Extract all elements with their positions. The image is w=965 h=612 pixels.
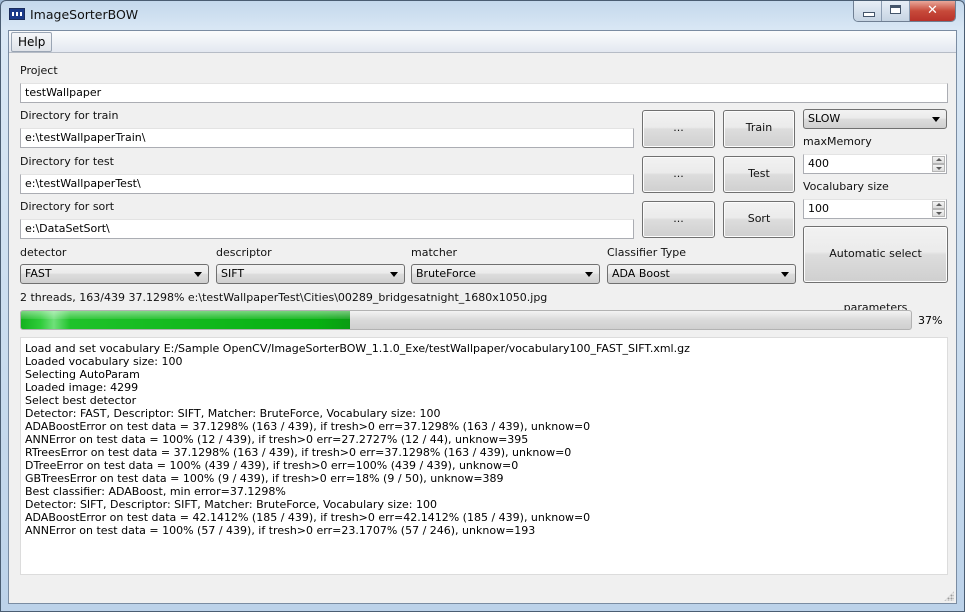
train-button[interactable]: Train bbox=[723, 110, 795, 148]
chevron-down-icon bbox=[390, 272, 398, 277]
train-browse-button[interactable]: ... bbox=[642, 110, 715, 148]
descriptor-select[interactable]: SIFT bbox=[216, 264, 405, 284]
sort-button[interactable]: Sort bbox=[723, 201, 795, 238]
log-line: ANNError on test data = 100% (57 / 439),… bbox=[25, 524, 536, 537]
log-line: ADABoostError on test data = 37.1298% (1… bbox=[25, 420, 591, 433]
chevron-down-icon bbox=[194, 272, 202, 277]
log-line: GBTreesError on test data = 100% (9 / 43… bbox=[25, 472, 504, 485]
train-dir-input[interactable]: e:\testWallpaperTrain\ bbox=[20, 128, 634, 148]
classifier-type-select[interactable]: ADA Boost bbox=[607, 264, 796, 284]
app-window: ImageSorterBOW ✕ Help Project testWallpa… bbox=[0, 0, 965, 612]
minimize-button[interactable] bbox=[854, 1, 882, 21]
log-line: Select best detector bbox=[25, 394, 137, 407]
max-memory-label: maxMemory bbox=[803, 135, 872, 148]
chevron-down-icon bbox=[781, 272, 789, 277]
chevron-down-icon bbox=[932, 117, 940, 122]
speed-mode-select[interactable]: SLOW bbox=[803, 109, 947, 129]
log-line: Load and set vocabulary E:/Sample OpenCV… bbox=[25, 342, 690, 355]
progress-percent: 37% bbox=[918, 314, 943, 327]
sort-browse-button[interactable]: ... bbox=[642, 201, 715, 238]
auto-select-params-button[interactable]: Automatic select parameters bbox=[803, 226, 948, 314]
maximize-button[interactable] bbox=[882, 1, 910, 21]
matcher-select[interactable]: BruteForce bbox=[411, 264, 600, 284]
detector-value: FAST bbox=[25, 267, 52, 280]
test-dir-label: Directory for test bbox=[20, 155, 114, 168]
log-line: Loaded vocabulary size: 100 bbox=[25, 355, 183, 368]
caption-buttons: ✕ bbox=[853, 1, 956, 22]
test-button[interactable]: Test bbox=[723, 156, 795, 193]
vocabulary-size-label: Vocalubary size bbox=[803, 180, 889, 193]
log-line: Loaded image: 4299 bbox=[25, 381, 139, 394]
log-line: ADABoostError on test data = 42.1412% (1… bbox=[25, 511, 591, 524]
status-text: 2 threads, 163/439 37.1298% e:\testWallp… bbox=[20, 291, 548, 304]
close-button[interactable]: ✕ bbox=[910, 1, 955, 21]
spin-up-icon[interactable] bbox=[932, 201, 945, 209]
resize-grip-icon[interactable] bbox=[944, 591, 954, 601]
spin-up-icon[interactable] bbox=[932, 156, 945, 164]
classifier-type-value: ADA Boost bbox=[612, 267, 670, 280]
max-memory-value: 400 bbox=[808, 157, 829, 170]
classifier-type-label: Classifier Type bbox=[607, 246, 686, 259]
app-window-icon bbox=[9, 8, 25, 20]
progress-bar bbox=[20, 310, 912, 330]
project-label: Project bbox=[20, 64, 58, 77]
log-line: Detector: SIFT, Descriptor: SIFT, Matche… bbox=[25, 498, 437, 511]
title-bar[interactable]: ImageSorterBOW ✕ bbox=[1, 1, 964, 29]
log-line: Best classifier: ADABoost, min error=37.… bbox=[25, 485, 286, 498]
main-panel: Help Project testWallpaper Directory for… bbox=[8, 30, 957, 604]
test-browse-button[interactable]: ... bbox=[642, 156, 715, 193]
window-title: ImageSorterBOW bbox=[30, 7, 139, 22]
train-dir-label: Directory for train bbox=[20, 109, 119, 122]
progress-fill bbox=[21, 311, 351, 329]
log-line: Selecting AutoParam bbox=[25, 368, 140, 381]
log-line: Detector: FAST, Descriptor: SIFT, Matche… bbox=[25, 407, 441, 420]
log-line: RTreesError on test data = 37.1298% (163… bbox=[25, 446, 572, 459]
menu-help[interactable]: Help bbox=[11, 32, 53, 52]
test-dir-input[interactable]: e:\testWallpaperTest\ bbox=[20, 174, 634, 194]
vocabulary-size-value: 100 bbox=[808, 202, 829, 215]
speed-mode-value: SLOW bbox=[808, 112, 841, 125]
spin-down-icon[interactable] bbox=[932, 164, 945, 172]
log-line: ANNError on test data = 100% (12 / 439),… bbox=[25, 433, 529, 446]
max-memory-spinbox[interactable]: 400 bbox=[803, 154, 947, 174]
chevron-down-icon bbox=[585, 272, 593, 277]
vocabulary-size-spinbox[interactable]: 100 bbox=[803, 199, 947, 219]
spin-down-icon[interactable] bbox=[932, 209, 945, 217]
detector-label: detector bbox=[20, 246, 67, 259]
descriptor-label: descriptor bbox=[216, 246, 272, 259]
log-line: DTreeError on test data = 100% (439 / 43… bbox=[25, 459, 519, 472]
detector-select[interactable]: FAST bbox=[20, 264, 209, 284]
log-output[interactable]: Load and set vocabulary E:/Sample OpenCV… bbox=[20, 337, 948, 575]
matcher-label: matcher bbox=[411, 246, 458, 259]
sort-dir-label: Directory for sort bbox=[20, 200, 115, 213]
descriptor-value: SIFT bbox=[221, 267, 245, 280]
project-input[interactable]: testWallpaper bbox=[20, 83, 948, 103]
close-icon: ✕ bbox=[927, 3, 938, 18]
matcher-value: BruteForce bbox=[416, 267, 476, 280]
menu-bar: Help bbox=[9, 31, 956, 53]
sort-dir-input[interactable]: e:\DataSetSort\ bbox=[20, 219, 634, 239]
